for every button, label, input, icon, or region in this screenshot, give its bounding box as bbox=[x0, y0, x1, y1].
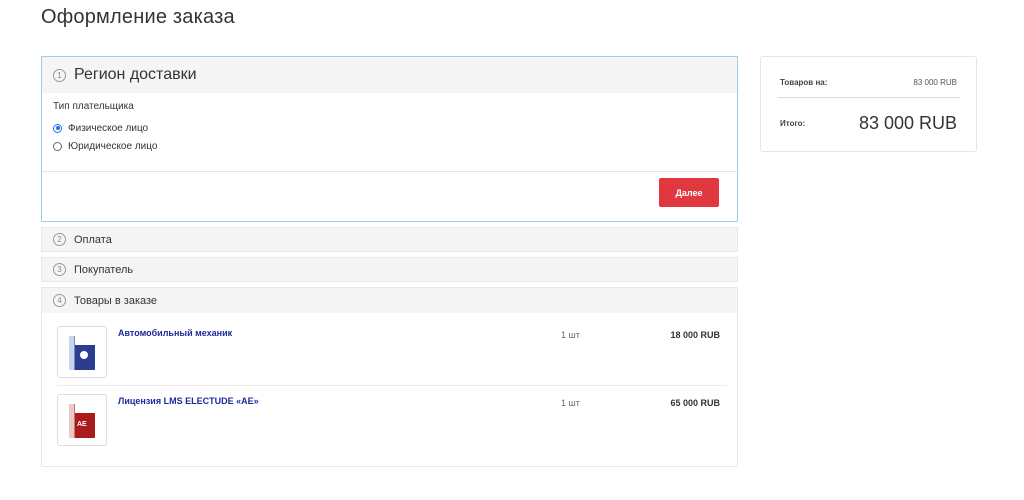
list-item: AE Лицензия LMS ELECTUDE «AE» 1 шт 65 00… bbox=[57, 394, 727, 454]
product-box-label: AE bbox=[77, 421, 87, 428]
order-summary: Товаров на: 83 000 RUB Итого: 83 000 RUB bbox=[760, 56, 977, 152]
step-goods: 4 Товары в заказе Автомобильный механик … bbox=[41, 287, 738, 467]
page-title: Оформление заказа bbox=[41, 6, 235, 28]
step-number-icon: 4 bbox=[53, 294, 66, 307]
step-payment-title: Оплата bbox=[74, 233, 112, 246]
summary-goods-row: Товаров на: 83 000 RUB bbox=[780, 78, 957, 87]
product-quantity: 1 шт bbox=[561, 330, 580, 340]
step-buyer[interactable]: 3 Покупатель bbox=[41, 257, 738, 282]
divider bbox=[57, 385, 727, 386]
radio-checked-icon[interactable] bbox=[53, 123, 62, 133]
product-price: 18 000 RUB bbox=[670, 330, 720, 340]
product-box-blue-icon bbox=[69, 336, 95, 370]
list-item: Автомобильный механик 1 шт 18 000 RUB bbox=[57, 326, 727, 386]
payer-option-label: Физическое лицо bbox=[68, 122, 149, 134]
radio-unchecked-icon[interactable] bbox=[53, 141, 62, 151]
step-number-icon: 3 bbox=[53, 263, 66, 276]
product-box-red-icon: AE bbox=[69, 404, 95, 438]
summary-total-label: Итого: bbox=[780, 119, 806, 128]
product-thumbnail[interactable] bbox=[57, 326, 107, 378]
summary-goods-value: 83 000 RUB bbox=[913, 78, 957, 87]
step-number-icon: 1 bbox=[53, 68, 66, 82]
step-number-icon: 2 bbox=[53, 233, 66, 246]
step-goods-title: Товары в заказе bbox=[74, 294, 158, 307]
payer-option-label: Юридическое лицо bbox=[68, 140, 158, 152]
step-region-header[interactable]: 1 Регион доставки bbox=[42, 57, 737, 93]
next-button[interactable]: Далее bbox=[659, 178, 719, 207]
summary-total-row: Итого: 83 000 RUB bbox=[780, 113, 957, 134]
product-thumbnail[interactable]: AE bbox=[57, 394, 107, 446]
product-name-link[interactable]: Автомобильный механик bbox=[118, 328, 232, 338]
divider bbox=[42, 171, 737, 172]
step-goods-header[interactable]: 4 Товары в заказе bbox=[42, 288, 737, 313]
step-buyer-title: Покупатель bbox=[74, 263, 134, 276]
step-region: 1 Регион доставки Тип плательщика Физиче… bbox=[41, 56, 738, 222]
product-name-link[interactable]: Лицензия LMS ELECTUDE «AE» bbox=[118, 396, 259, 406]
step-region-title: Регион доставки bbox=[74, 66, 197, 83]
payer-type-group: Тип плательщика Физическое лицо Юридичес… bbox=[42, 93, 737, 155]
payer-option-individual[interactable]: Физическое лицо bbox=[53, 119, 726, 137]
checkout-steps: 1 Регион доставки Тип плательщика Физиче… bbox=[41, 56, 738, 467]
summary-total-value: 83 000 RUB bbox=[858, 113, 957, 133]
product-price: 65 000 RUB bbox=[670, 398, 720, 408]
payer-option-legal[interactable]: Юридическое лицо bbox=[53, 137, 726, 155]
payer-type-label: Тип плательщика bbox=[53, 101, 134, 112]
divider bbox=[778, 97, 960, 98]
product-quantity: 1 шт bbox=[561, 398, 580, 408]
step-payment[interactable]: 2 Оплата bbox=[41, 227, 738, 252]
summary-goods-label: Товаров на: bbox=[780, 78, 828, 87]
